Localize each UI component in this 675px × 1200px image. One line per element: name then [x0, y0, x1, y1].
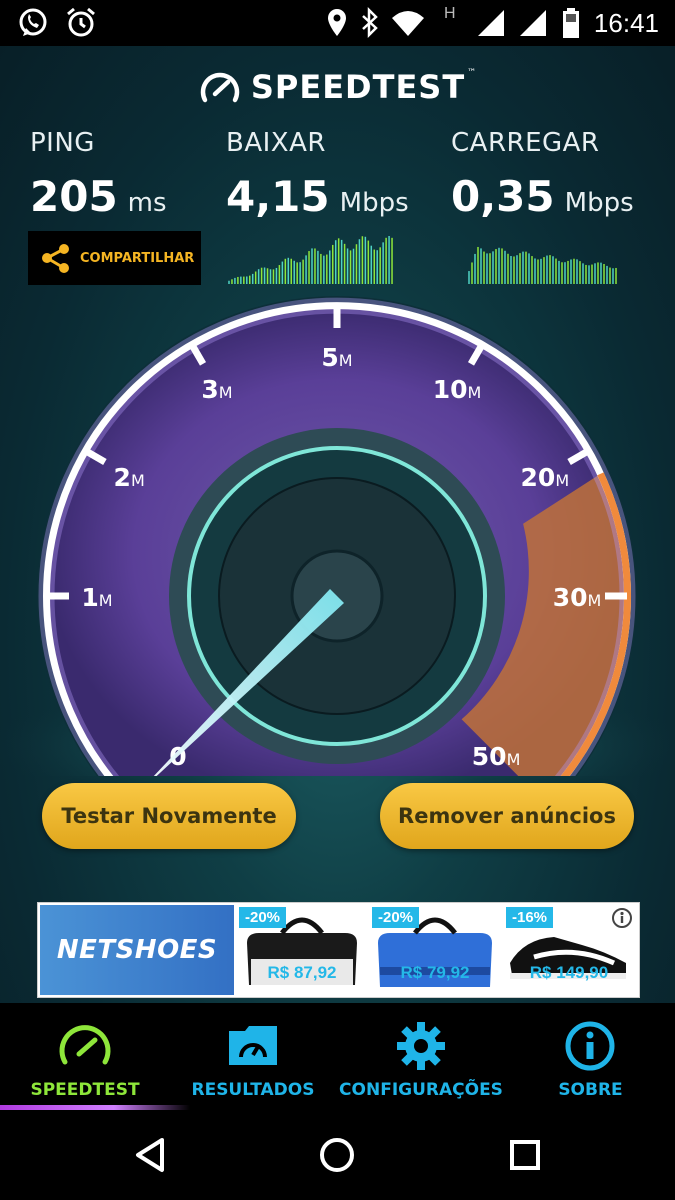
- ad-brand-logo: NETSHOES: [40, 905, 234, 995]
- status-bar: H 16:41: [0, 0, 675, 46]
- share-icon: [42, 244, 69, 273]
- ad-product[interactable]: -20% R$ 87,92: [237, 905, 367, 995]
- whatsapp-icon: [19, 8, 47, 36]
- ping-value: 205: [30, 172, 118, 221]
- ad-brand-name: NETSHOES: [56, 935, 218, 965]
- retest-button[interactable]: Testar Novamente: [42, 783, 296, 849]
- bottom-nav: SPEEDTEST RESULTADOS CONFIGURAÇÕES SOBRE: [0, 1003, 675, 1111]
- speedtest-main: SPEEDTEST ™ PING 205 ms BAIXAR 4,15 Mbps CA…: [0, 46, 675, 1003]
- home-icon[interactable]: [317, 1135, 357, 1175]
- active-tab-indicator: [0, 1105, 190, 1110]
- speedtest-logo: SPEEDTEST ™: [0, 68, 675, 106]
- remove-ads-button[interactable]: Remover anúncios: [380, 783, 634, 849]
- back-icon[interactable]: [130, 1135, 170, 1175]
- battery-icon: [563, 8, 579, 38]
- upload-value: 0,35: [451, 172, 555, 221]
- discount-badge: -20%: [372, 907, 420, 928]
- download-value: 4,15: [226, 172, 330, 221]
- download-graph: [228, 236, 393, 284]
- app-title: SPEEDTEST: [250, 68, 466, 106]
- system-nav-bar: [0, 1111, 675, 1200]
- alarm-icon: [67, 7, 95, 37]
- signal-icon: [478, 10, 504, 36]
- speed-gauge: 01M2M3M5M10M20M30M50M: [0, 296, 675, 776]
- info-icon: [565, 1021, 615, 1071]
- share-button[interactable]: COMPARTILHAR: [28, 231, 201, 285]
- tab-results[interactable]: RESULTADOS: [170, 1003, 336, 1111]
- download-unit: Mbps: [339, 188, 409, 218]
- results-folder-icon: [229, 1026, 277, 1065]
- ping-unit: ms: [127, 188, 167, 218]
- ad-banner[interactable]: NETSHOES -20% R$ 87,92 -20% R$ 79,92 -16…: [37, 902, 640, 998]
- download-metric: BAIXAR 4,15 Mbps: [226, 128, 409, 221]
- speedometer-icon: [200, 72, 239, 103]
- discount-badge: -20%: [239, 907, 287, 928]
- tab-results-label: RESULTADOS: [191, 1080, 315, 1100]
- tab-speedtest-label: SPEEDTEST: [30, 1080, 140, 1100]
- upload-graph: [468, 246, 617, 284]
- product-price: R$ 149,90: [529, 963, 609, 982]
- ad-info-icon[interactable]: [611, 907, 633, 929]
- tab-about[interactable]: SOBRE: [506, 1003, 675, 1111]
- gear-icon: [397, 1022, 445, 1070]
- bluetooth-icon: [362, 6, 378, 39]
- discount-badge: -16%: [506, 907, 554, 928]
- speedometer-icon: [59, 1025, 111, 1065]
- clock: 16:41: [593, 8, 659, 38]
- ping-metric: PING 205 ms: [30, 128, 167, 221]
- upload-label: CARREGAR: [451, 128, 600, 158]
- product-price: R$ 79,92: [400, 963, 470, 982]
- tab-about-label: SOBRE: [558, 1080, 623, 1100]
- tab-settings-label: CONFIGURAÇÕES: [339, 1080, 503, 1100]
- recents-icon[interactable]: [505, 1135, 545, 1175]
- tab-settings[interactable]: CONFIGURAÇÕES: [336, 1003, 506, 1111]
- tab-speedtest[interactable]: SPEEDTEST: [0, 1003, 190, 1111]
- trademark: ™: [467, 68, 477, 78]
- upload-unit: Mbps: [564, 188, 634, 218]
- location-icon: [328, 9, 346, 36]
- signal-icon: [520, 10, 546, 36]
- download-label: BAIXAR: [226, 128, 326, 158]
- product-price: R$ 87,92: [267, 963, 337, 982]
- upload-metric: CARREGAR 0,35 Mbps: [451, 128, 634, 221]
- wifi-icon: [392, 11, 424, 36]
- network-type-label: H: [444, 5, 456, 22]
- ping-label: PING: [30, 128, 95, 158]
- ad-product[interactable]: -20% R$ 79,92: [370, 905, 500, 995]
- share-label: COMPARTILHAR: [80, 250, 195, 266]
